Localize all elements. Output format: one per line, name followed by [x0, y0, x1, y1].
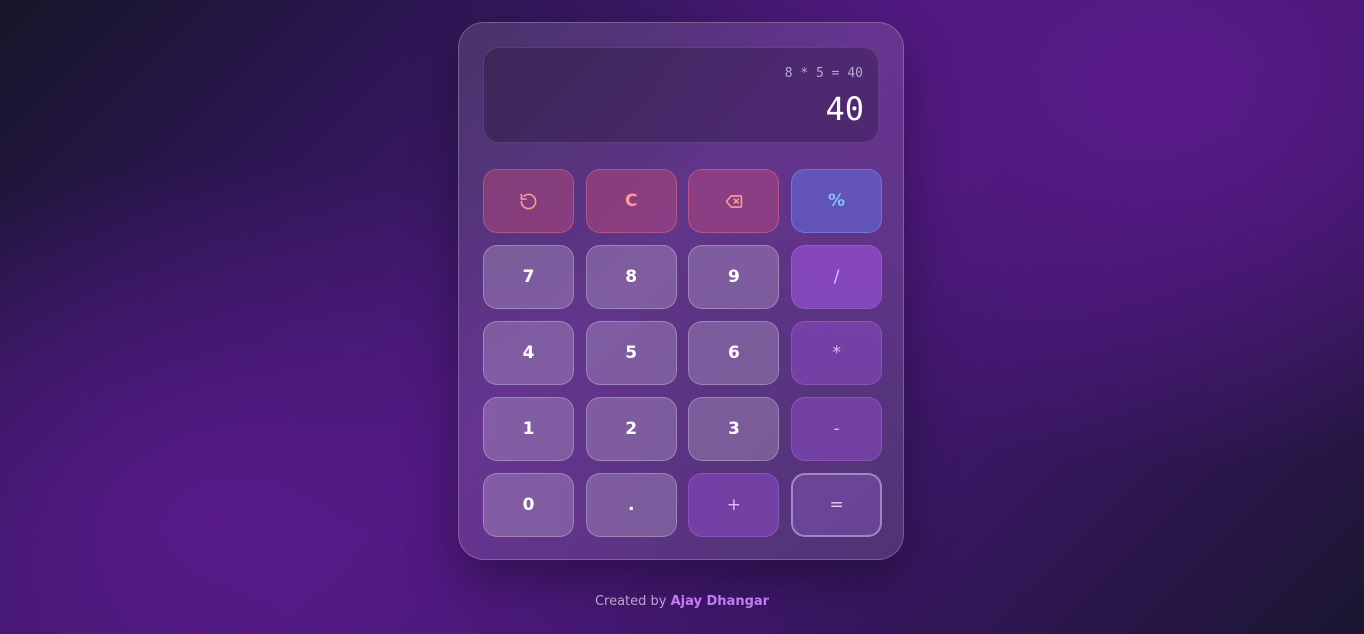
calculator: 8 * 5 = 40 40 C % 7 8 9 / 4 5 6 * 1 2 3	[458, 22, 904, 560]
digit-1-button[interactable]: 1	[483, 397, 574, 461]
footer-prefix: Created by	[594, 594, 667, 609]
digit-0-button[interactable]: 0	[483, 473, 574, 537]
digit-9-button[interactable]: 9	[688, 245, 780, 309]
digit-6-button[interactable]: 6	[688, 321, 780, 385]
digit-5-button[interactable]: 5	[585, 321, 677, 385]
equals-button[interactable]: =	[791, 473, 883, 537]
keypad: C % 7 8 9 / 4 5 6 * 1 2 3 - 0 . + =	[483, 169, 883, 537]
add-button[interactable]: +	[688, 473, 780, 537]
digit-8-button[interactable]: 8	[585, 245, 677, 309]
undo-button[interactable]	[483, 169, 574, 233]
digit-2-button[interactable]: 2	[585, 397, 677, 461]
footer-credit: Created by Ajay Dhangar	[0, 594, 1364, 609]
author-link[interactable]: Ajay Dhangar	[671, 594, 769, 609]
digit-4-button[interactable]: 4	[483, 321, 574, 385]
multiply-button[interactable]: *	[791, 321, 883, 385]
subtract-button[interactable]: -	[791, 397, 883, 461]
expression-readout: 8 * 5 = 40	[784, 66, 863, 81]
decimal-button[interactable]: .	[585, 473, 677, 537]
result-readout: 40	[825, 90, 864, 128]
undo-icon	[520, 193, 537, 209]
clear-button[interactable]: C	[585, 169, 677, 233]
digit-3-button[interactable]: 3	[688, 397, 780, 461]
backspace-button[interactable]	[688, 169, 780, 233]
calculator-display: 8 * 5 = 40 40	[483, 47, 879, 143]
percent-button[interactable]: %	[791, 169, 883, 233]
digit-7-button[interactable]: 7	[483, 245, 574, 309]
divide-button[interactable]: /	[791, 245, 883, 309]
backspace-icon	[725, 194, 743, 208]
